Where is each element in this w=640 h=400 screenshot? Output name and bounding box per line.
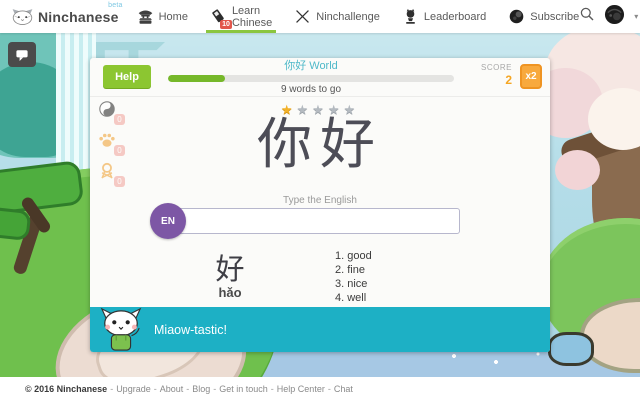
progress-bar [168,75,454,82]
progress-fill [168,75,226,82]
nav-label: Subscribe [530,10,580,23]
logo-text: Ninchanese beta [38,1,123,25]
footer-link-about[interactable]: About [160,384,184,394]
answer-hanzi: 好 [215,254,245,286]
feedback-bar: Miaow-tastic! [90,307,550,352]
answer-input-wrap: EN [150,203,460,239]
nav-label: Learn Chinese [231,4,273,29]
footer-link-upgrade[interactable]: Upgrade [116,384,151,394]
separator: - [270,383,274,394]
lesson-count-badge: 10 [220,20,232,29]
feedback-tab-button[interactable] [8,42,36,67]
nav-label: Home [158,10,188,23]
cat-logo-icon [12,9,33,25]
beta-badge: beta [108,1,123,9]
nav-item-subscribe[interactable]: Subscribe [508,0,579,33]
nav-item-home[interactable]: Home [137,0,188,33]
nav-label: Leaderboard [423,10,487,23]
footer-link-chat[interactable]: Chat [334,384,353,394]
nav-item-learn-chinese[interactable]: 10 Learn Chinese [205,0,277,33]
nav-item-leaderboard[interactable]: Leaderboard [402,0,486,33]
meaning-item: 3. nice [335,278,368,290]
cat-mascot [100,307,142,351]
cherry-blossom-cluster [555,150,600,190]
words-remaining: 9 words to go [280,84,342,95]
pond-right [548,332,594,366]
stamp-icon: 10 [210,8,232,29]
score-label: SCORE [481,63,512,72]
footer-link-help-center[interactable]: Help Center [277,384,325,394]
multiplier-badge: x2 [520,64,542,89]
search-icon[interactable] [579,6,595,27]
main-nav: Home 10 Learn Chinese Ninchallenge Leade… [137,0,579,33]
score-block: SCORE 2 [481,63,512,87]
separator: - [153,383,157,394]
meaning-item: 2. fine [335,264,365,276]
counter-badge: 0 [114,176,125,187]
lesson-card-header: Help 你好 World 9 words to go SCORE 2 x2 [90,58,550,97]
meaning-item: 4. well [335,292,367,304]
chevron-down-icon[interactable]: ▾ [634,12,638,21]
nav-label: Ninchallenge [316,10,380,23]
separator: - [186,383,190,394]
footer-bar: © 2016 Ninchanese - Upgrade - About - Bl… [0,377,640,400]
nav-item-ninchallenge[interactable]: Ninchallenge [294,0,380,33]
pagoda-home-icon [137,8,154,25]
help-button[interactable]: Help [103,65,151,88]
top-navigation-bar: Ninchanese beta Home 10 Learn Chinese Ni… [0,0,640,33]
user-avatar[interactable] [604,4,625,30]
trophy-cat-icon [402,8,419,25]
language-badge: EN [150,203,186,239]
answer-input[interactable] [170,208,460,234]
prompt-hanzi: 你好 [256,114,383,175]
ninchanese-logo[interactable]: Ninchanese beta [12,1,123,27]
subscribe-icon [508,8,525,25]
lesson-card: Help 你好 World 9 words to go SCORE 2 x2 0 [90,58,550,352]
lesson-progress-block: 你好 World 9 words to go [168,60,454,95]
answer-pinyin: hǎo [218,285,242,300]
copyright-text: © 2016 Ninchanese [25,383,108,394]
meaning-list: 1. good 2. fine 3. nice 4. well [335,249,372,305]
separator: - [327,383,331,394]
speech-bubble-icon [16,49,28,61]
footer-link-get-in-touch[interactable]: Get in touch [219,384,268,394]
score-value: 2 [505,73,512,87]
feedback-message: Miaow-tastic! [154,322,227,337]
header-actions: ▾ ▾ [579,4,640,30]
separator: - [110,383,114,394]
crossed-swords-icon [294,8,311,25]
lesson-title: 你好 World [284,60,338,72]
footer-link-blog[interactable]: Blog [192,384,210,394]
separator: - [213,383,217,394]
meaning-item: 1. good [335,250,372,262]
